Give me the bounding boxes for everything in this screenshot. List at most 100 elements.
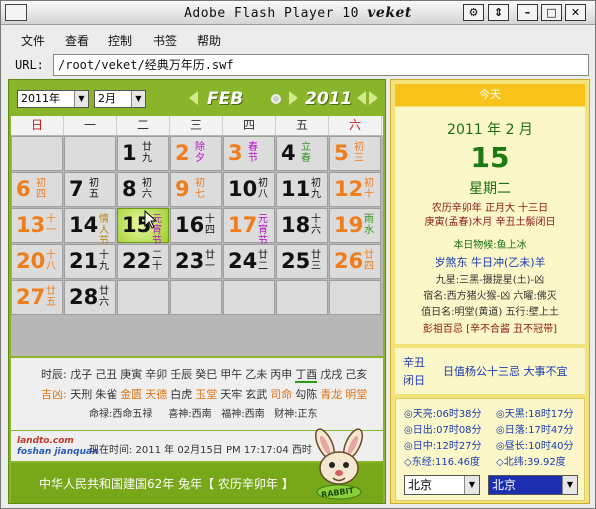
day-number: 25 (281, 249, 311, 273)
year-select-value: 2011年 (21, 92, 60, 105)
today-button-icon[interactable] (271, 94, 281, 104)
calendar-day-cell[interactable]: 26 廿四 (329, 244, 381, 279)
lunar-day-line: 初八 (258, 178, 268, 200)
shichen-item: 己亥 (345, 368, 368, 381)
menu-view[interactable]: 查看 (65, 32, 89, 49)
xiongji-row: 吉凶: 天刑 朱雀 金匮 天德 白虎 玉堂 天牢 玄武 司命 勾陈 青龙 明堂 (41, 388, 370, 402)
today-jiuxing: 九星:三黑-摄提星(土)-凶 (435, 275, 545, 286)
xiongji-item: 朱雀 (95, 388, 118, 401)
calendar-day-cell[interactable]: 23 廿一 (170, 244, 222, 279)
menu-control[interactable]: 控制 (108, 32, 132, 49)
footer-text: 中华人民共和国建国62年 兔年【 农历辛卯年 】 (39, 477, 294, 491)
calendar-day-cell[interactable]: 8 初六 (117, 172, 169, 207)
lunar-day: 情人节 (97, 214, 111, 247)
prev-year-arrow-icon[interactable] (357, 91, 366, 105)
calendar-day-cell[interactable]: 2 除夕 (170, 136, 222, 171)
lunar-day-line: 十四 (205, 214, 215, 236)
day-number: 20 (16, 249, 46, 273)
foshan-logo: foshan jianquan (17, 447, 99, 457)
calendar-day-cell[interactable]: 17 元宵节 (223, 208, 275, 247)
calendar-day-cell[interactable]: 1 廿九 (117, 136, 169, 171)
calendar-day-cell[interactable]: 15 元宵节 (117, 208, 169, 247)
next-month-arrow-icon[interactable] (289, 91, 298, 105)
url-input[interactable]: /root/veket/经典万年历.swf (53, 54, 589, 76)
xiongji-label: 吉凶: (41, 388, 67, 401)
calendar-day-cell[interactable]: 28 廿六 (64, 280, 116, 315)
sun-time-item: ◎昼长:10时40分 (496, 441, 574, 452)
calendar-day-cell[interactable]: 12 初十 (329, 172, 381, 207)
calendar-day-cell[interactable]: 25 廿三 (276, 244, 328, 279)
resize-icon[interactable]: ⇕ (488, 4, 509, 21)
landto-logo[interactable]: landto.com (17, 436, 74, 446)
close-button[interactable]: ✕ (565, 4, 586, 21)
year-select[interactable]: 2011年 ▼ (17, 90, 89, 108)
menu-bookmarks[interactable]: 书签 (153, 32, 177, 49)
shichen-item: 乙未 (245, 368, 268, 381)
calendar-day-cell[interactable]: 3 春节 (223, 136, 275, 171)
shichen-info: 时辰: 戊子 己丑 庚寅 辛卯 壬辰 癸巳 甲午 乙未 丙申 丁酉 戊戌 己亥 吉凶: 天刑 朱雀 金匮天… (11, 358, 383, 430)
chevron-down-icon: ▼ (131, 91, 145, 107)
calendar-empty-cell (11, 136, 63, 171)
caishen: 财神:正东 (274, 409, 318, 420)
calendar-day-cell[interactable]: 6 初四 (11, 172, 63, 207)
window-title-text: Adobe Flash Player 10 (184, 6, 359, 21)
lunar-day-line: 廿四 (364, 250, 374, 272)
chevron-down-icon: ▼ (562, 476, 577, 494)
day-number: 2 (175, 141, 190, 165)
lunar-day-line: 雨水 (364, 214, 374, 236)
xiongji-item: 明堂 (345, 388, 368, 401)
calendar-day-cell[interactable]: 27 廿五 (11, 280, 63, 315)
calendar-day-cell[interactable]: 5 初三 (329, 136, 381, 171)
lunar-day-line: 廿三 (311, 250, 321, 272)
minimize-button[interactable]: – (517, 4, 538, 21)
lunar-day: 元宵节 (256, 214, 270, 247)
duty-text: 日值杨公十三忌 大事不宜 (443, 365, 568, 378)
calendar-day-cell[interactable]: 10 初八 (223, 172, 275, 207)
calendar-day-cell[interactable]: 20 十八 (11, 244, 63, 279)
month-banner: FEB (207, 89, 244, 109)
maximize-button[interactable]: □ (541, 4, 562, 21)
calendar-day-cell[interactable]: 22 二十 (117, 244, 169, 279)
calendar-grid: 日一二三四五六 1 廿九 2 除夕 3 春节 4 立春 5 初三 6 初四 7 初五 8 初六 9 初七 10 初八 1… (11, 116, 383, 356)
calendar-day-cell[interactable]: 4 立春 (276, 136, 328, 171)
day-number: 28 (69, 285, 99, 309)
menu-help[interactable]: 帮助 (197, 32, 221, 49)
prev-month-arrow-icon[interactable] (189, 91, 198, 105)
sun-time-item: ◎日出:07时08分 (404, 425, 482, 436)
today-weekday: 星期二 (469, 181, 511, 197)
weekday-header-cell: 五 (276, 116, 329, 135)
calendar-empty-cell (276, 280, 328, 315)
calendar-empty-cell (223, 280, 275, 315)
calendar-day-cell[interactable]: 24 廿二 (223, 244, 275, 279)
calendar-day-cell[interactable]: 9 初七 (170, 172, 222, 207)
next-year-arrow-icon[interactable] (369, 91, 378, 105)
shichen-list: 戊子 己丑 庚寅 辛卯 壬辰 癸巳 甲午 乙未 丙申 丁酉 戊戌 己亥 (70, 368, 370, 383)
calendar-day-cell[interactable]: 14 情人节 (64, 208, 116, 247)
day-number: 9 (175, 177, 190, 201)
calendar-day-cell[interactable]: 16 十四 (170, 208, 222, 243)
calendar-day-cell[interactable]: 18 十六 (276, 208, 328, 243)
calendar-day-cell[interactable]: 21 十九 (64, 244, 116, 279)
city-select[interactable]: 北京 ▼ (488, 475, 578, 495)
day-number: 6 (16, 177, 31, 201)
calendar-day-cell[interactable]: 11 初九 (276, 172, 328, 207)
gods-row: 命禄:西命五禄 喜神:西南 福神:西南 财神:正东 (89, 408, 318, 422)
calendar-day-cell[interactable]: 7 初五 (64, 172, 116, 207)
veket-brand: veket (367, 5, 412, 21)
month-select[interactable]: 2月 ▼ (94, 90, 146, 108)
settings-icon[interactable]: ⚙ (463, 4, 484, 21)
shichen-item: 己丑 (95, 368, 118, 381)
xiongji-item: 司命 (270, 388, 293, 401)
calendar-empty-cell (64, 136, 116, 171)
sun-time-item: ◇东经:116.46度 (404, 457, 481, 468)
lunar-day-line: 廿一 (205, 250, 215, 272)
today-label: 今天 (395, 84, 585, 106)
calendar-day-cell[interactable]: 13 十一 (11, 208, 63, 243)
day-number: 12 (334, 177, 364, 201)
province-select[interactable]: 北京 ▼ (404, 475, 480, 495)
weekday-header-cell: 二 (117, 116, 170, 135)
calendar-day-cell[interactable]: 19 雨水 (329, 208, 381, 243)
shichen-item: 丙申 (270, 368, 293, 381)
menu-file[interactable]: 文件 (21, 32, 45, 49)
lunar-day-line: 除夕 (195, 142, 205, 164)
